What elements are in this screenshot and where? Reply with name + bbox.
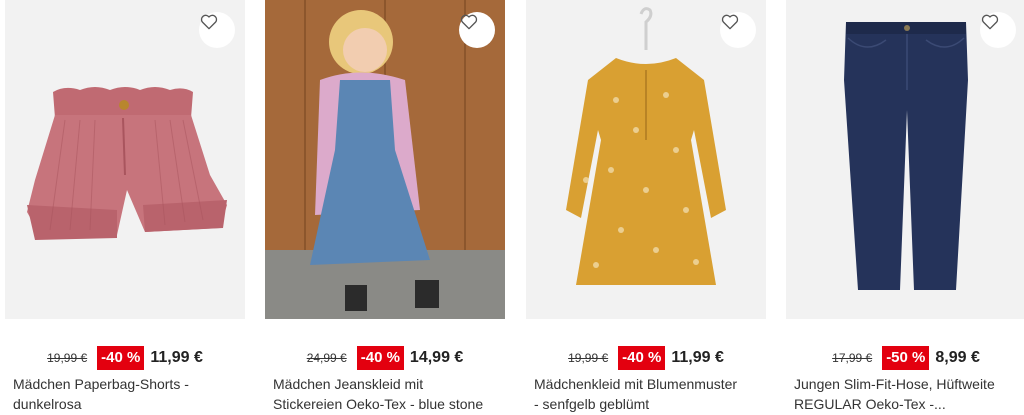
discount-badge: -40 % — [356, 346, 404, 370]
product-card[interactable]: 17,99 € -50 % 8,99 € Jungen Slim-Fit-Hos… — [786, 0, 1024, 415]
heart-outline-icon — [460, 14, 478, 30]
product-title-line: - senfgelb geblümt — [534, 396, 650, 412]
product-title-line: Stickereien Oeko-Tex - blue stone — [273, 396, 484, 412]
product-image-shorts[interactable] — [5, 0, 245, 319]
old-price: 19,99 € — [568, 351, 609, 365]
product-image-floral-dress[interactable] — [526, 0, 766, 319]
discount-badge: -40 % — [97, 346, 145, 370]
product-card[interactable]: 19,99 € -40 % 11,99 € Mädchenkleid mit B… — [526, 0, 766, 415]
product-title[interactable]: Mädchenkleid mit Blumenmuster - senfgelb… — [534, 374, 764, 414]
old-price: 19,99 € — [47, 351, 88, 365]
current-price: 11,99 € — [671, 349, 724, 366]
favorite-button[interactable] — [720, 12, 756, 48]
current-price: 14,99 € — [409, 349, 464, 366]
product-title-line: Mädchen Paperbag-Shorts - — [13, 376, 189, 392]
discount-badge: -40 % — [618, 346, 666, 370]
favorite-button[interactable] — [199, 12, 235, 48]
discount-badge: -50 % — [882, 346, 930, 370]
favorite-button[interactable] — [459, 12, 495, 48]
current-price: 8,99 € — [935, 349, 980, 366]
product-card[interactable]: 24,99 € -40 % 14,99 € Mädchen Jeanskleid… — [265, 0, 505, 415]
price-row: 24,99 € -40 % 14,99 € — [265, 345, 505, 371]
price-row: 19,99 € -40 % 11,99 € — [526, 345, 766, 371]
product-grid: 19,99 € -40 % 11,99 € Mädchen Paperbag-S… — [0, 0, 1024, 415]
price-row: 17,99 € -50 % 8,99 € — [786, 345, 1024, 371]
favorite-button[interactable] — [980, 12, 1016, 48]
product-title[interactable]: Mädchen Jeanskleid mit Stickereien Oeko-… — [273, 374, 503, 414]
product-title-line: Mädchen Jeanskleid mit — [273, 376, 424, 392]
product-image-navy-trousers[interactable] — [786, 0, 1024, 319]
current-price: 11,99 € — [150, 349, 203, 366]
heart-outline-icon — [200, 14, 218, 30]
product-title-line: dunkelrosa — [13, 396, 82, 412]
old-price: 24,99 € — [306, 351, 347, 365]
product-title-line: REGULAR Oeko-Tex -... — [794, 396, 946, 412]
product-title[interactable]: Mädchen Paperbag-Shorts - dunkelrosa — [13, 374, 243, 414]
product-title-line: Mädchenkleid mit Blumenmuster — [534, 376, 738, 392]
product-title-line: Jungen Slim-Fit-Hose, Hüftweite — [794, 376, 995, 392]
product-title[interactable]: Jungen Slim-Fit-Hose, Hüftweite REGULAR … — [794, 374, 1024, 414]
price-row: 19,99 € -40 % 11,99 € — [5, 345, 245, 371]
heart-outline-icon — [721, 14, 739, 30]
old-price: 17,99 € — [832, 351, 873, 365]
heart-outline-icon — [981, 14, 999, 30]
product-image-denim-dress[interactable] — [265, 0, 505, 319]
product-card[interactable]: 19,99 € -40 % 11,99 € Mädchen Paperbag-S… — [5, 0, 245, 415]
